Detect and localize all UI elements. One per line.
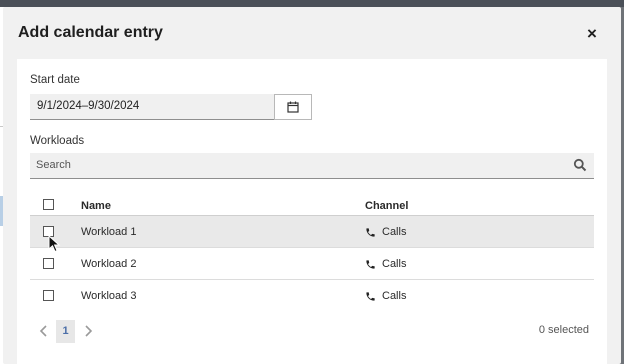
row-checkbox[interactable] [43,290,54,301]
start-date-label: Start date [30,74,80,86]
channel-label: Calls [382,290,407,302]
table-row[interactable]: Workload 3 Calls [30,280,594,312]
close-icon: × [587,24,597,43]
phone-icon [366,227,375,237]
channel-label: Calls [382,226,407,238]
workloads-table: Name Channel Workload 1 Calls Workload 2… [30,186,594,312]
workload-name: Workload 2 [81,258,137,270]
select-all-checkbox[interactable] [43,199,54,210]
chevron-left-icon[interactable] [39,325,49,337]
channel-cell: Calls [365,226,406,238]
page-number-button[interactable]: 1 [56,320,75,343]
background-topbar [0,0,624,7]
channel-cell: Calls [365,258,406,270]
workloads-label: Workloads [30,135,85,147]
dialog-body: Start date 9/1/2024–9/30/2024 Workloads … [17,59,607,364]
mouse-cursor-icon [48,235,61,253]
table-header: Name Channel [30,186,594,216]
close-button[interactable]: × [583,25,601,43]
chevron-right-icon[interactable] [83,325,93,337]
search-icon[interactable] [573,158,587,172]
pagination: 1 0 selected [30,319,594,343]
search-placeholder: Search [36,159,71,171]
column-header-name[interactable]: Name [81,200,111,212]
channel-cell: Calls [365,290,406,302]
date-range-input[interactable]: 9/1/2024–9/30/2024 [30,94,274,120]
phone-icon [366,291,375,301]
calendar-button[interactable] [274,94,312,120]
calendar-icon [287,101,299,113]
workload-name: Workload 3 [81,290,137,302]
search-input[interactable]: Search [30,153,594,179]
workload-name: Workload 1 [81,226,137,238]
add-calendar-entry-dialog: Add calendar entry × Start date 9/1/2024… [3,7,621,364]
dialog-title: Add calendar entry [18,24,163,41]
channel-label: Calls [382,258,407,270]
table-row[interactable]: Workload 2 Calls [30,248,594,280]
selected-count: 0 selected [538,324,589,336]
phone-icon [366,259,375,269]
column-header-channel[interactable]: Channel [365,200,408,212]
table-row[interactable]: Workload 1 Calls [30,216,594,248]
row-checkbox[interactable] [43,258,54,269]
